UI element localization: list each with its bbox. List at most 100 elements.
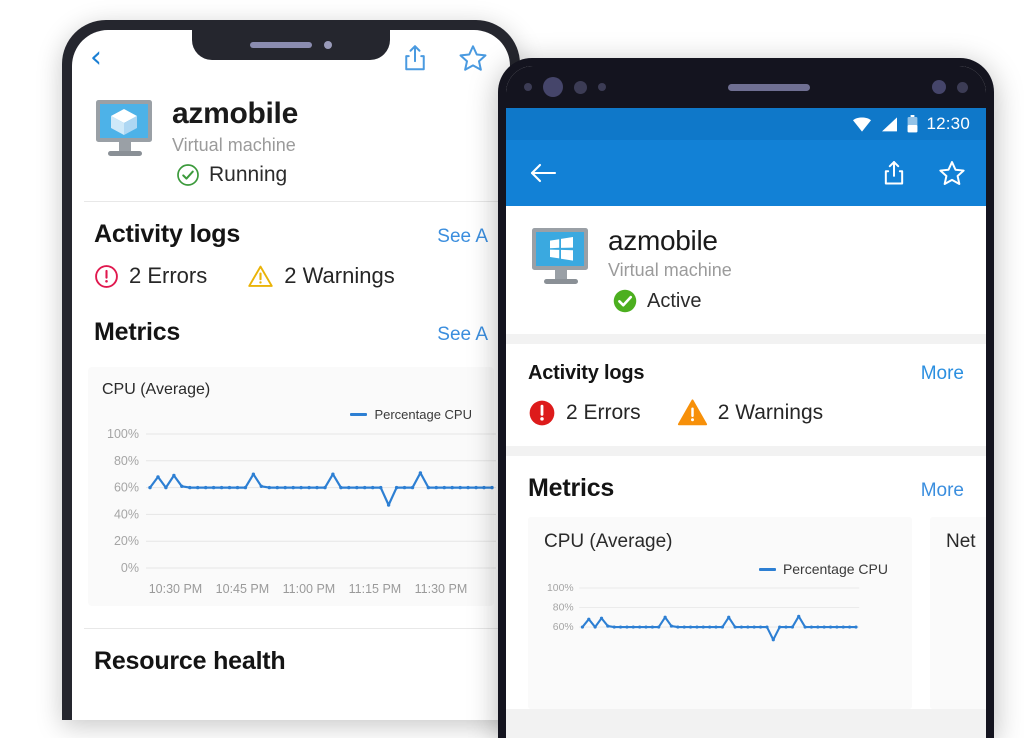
x-tick-label: 11:15 PM bbox=[348, 581, 402, 596]
check-circle-filled-icon bbox=[613, 290, 637, 313]
activity-log-badges: 2 Errors 2 Warnings bbox=[528, 397, 964, 428]
svg-text:60%: 60% bbox=[553, 623, 574, 634]
earpiece-speaker-icon bbox=[728, 83, 810, 91]
activity-log-badges: 2 Errors 2 Warnings bbox=[94, 263, 488, 290]
cpu-chart-plot: 0% 20% 40% 60% 80% 100% bbox=[102, 428, 496, 578]
y-tick-label: 100% bbox=[946, 593, 986, 609]
warning-triangle-filled-icon bbox=[677, 399, 707, 426]
cpu-line-chart: 60% 80% 100% bbox=[547, 584, 860, 642]
status-badge: Running bbox=[176, 163, 298, 187]
front-camera-icon bbox=[324, 41, 332, 49]
metrics-section: Metrics See A bbox=[72, 296, 510, 353]
sensor-dot-icon bbox=[957, 81, 968, 93]
svg-text:20%: 20% bbox=[114, 534, 139, 548]
x-tick-label: 10:45 PM bbox=[215, 581, 270, 596]
metrics-more-link[interactable]: More bbox=[921, 480, 964, 502]
battery-icon bbox=[908, 115, 918, 133]
activity-logs-title: Activity logs bbox=[94, 219, 241, 248]
earpiece-speaker-icon bbox=[250, 42, 312, 48]
legend-label: Percentage CPU bbox=[374, 406, 472, 422]
sensor-dot-icon bbox=[524, 83, 532, 91]
warnings-count-label: 2 Warnings bbox=[284, 263, 395, 288]
svg-text:100%: 100% bbox=[547, 584, 574, 595]
x-tick-label: 10:30 PM bbox=[148, 581, 203, 596]
windows-virtual-machine-icon bbox=[532, 228, 588, 284]
chart-legend: Percentage CPU bbox=[102, 407, 480, 422]
y-tick-label: 80% bbox=[946, 637, 986, 653]
resource-name: azmobile bbox=[608, 225, 718, 256]
android-app-bar bbox=[506, 140, 986, 206]
cpu-line-chart: 0% 20% 40% 60% 80% 100% bbox=[107, 428, 496, 575]
screenshot-stage: ‹ azmobile Virtual machine Running Activ… bbox=[0, 0, 1024, 738]
legend-swatch-icon bbox=[758, 567, 776, 571]
android-device-frame: 12:30 azmobile Virtual machine Active Ac… bbox=[498, 58, 994, 738]
svg-text:100%: 100% bbox=[107, 428, 139, 441]
resource-type: Virtual machine bbox=[608, 260, 732, 281]
cellular-signal-icon bbox=[882, 116, 898, 131]
front-camera-icon bbox=[543, 77, 563, 97]
cpu-chart-x-axis: 10:30 PM 10:45 PM 11:00 PM 11:15 PM 11:30 PM bbox=[102, 578, 480, 596]
cpu-chart-card[interactable]: CPU (Average) Percentage CPU 0% 20% 40% 60%… bbox=[88, 366, 496, 606]
resource-name: azmobile bbox=[172, 97, 298, 130]
status-bar-clock: 12:30 bbox=[926, 114, 970, 133]
resource-header: azmobile Virtual machine Running bbox=[72, 86, 510, 201]
chart-legend: Percentage CPU bbox=[544, 561, 896, 577]
share-icon[interactable] bbox=[400, 43, 430, 73]
legend-label: Percentage CPU bbox=[782, 561, 888, 578]
metrics-section: Metrics More CPU (Average) Percentage CP… bbox=[506, 456, 986, 710]
resource-header: azmobile Virtual machine Active bbox=[506, 206, 986, 335]
android-screen: 12:30 azmobile Virtual machine Active Ac… bbox=[506, 66, 986, 738]
error-circle-icon bbox=[95, 264, 118, 288]
errors-badge[interactable]: 2 Errors bbox=[94, 263, 207, 289]
warnings-badge[interactable]: 2 Warnings bbox=[247, 263, 395, 290]
cpu-chart-title: CPU (Average) bbox=[102, 380, 211, 398]
cpu-chart-title: CPU (Average) bbox=[544, 531, 673, 553]
sensor-dot-icon bbox=[574, 80, 587, 94]
errors-badge[interactable]: 2 Errors bbox=[528, 399, 641, 427]
resource-meta: azmobile Virtual machine Active bbox=[608, 224, 732, 314]
share-icon[interactable] bbox=[880, 159, 908, 187]
error-circle-filled-icon bbox=[529, 400, 555, 426]
resource-type: Virtual machine bbox=[172, 134, 296, 155]
errors-count-label: 2 Errors bbox=[566, 400, 641, 424]
status-badge: Active bbox=[612, 288, 732, 314]
iphone-notch bbox=[192, 30, 390, 60]
star-icon[interactable] bbox=[938, 159, 966, 187]
metrics-see-all-link[interactable]: See A bbox=[437, 324, 488, 346]
arrow-left-icon[interactable] bbox=[528, 160, 558, 186]
svg-text:0%: 0% bbox=[121, 561, 139, 575]
svg-text:40%: 40% bbox=[114, 507, 139, 521]
iphone-device-frame: ‹ azmobile Virtual machine Running Activ… bbox=[62, 20, 520, 720]
warnings-badge[interactable]: 2 Warnings bbox=[677, 397, 823, 428]
iphone-screen: ‹ azmobile Virtual machine Running Activ… bbox=[72, 30, 510, 720]
metrics-chart-carousel[interactable]: CPU (Average) Percentage CPU 60% 80% 100% … bbox=[528, 517, 986, 710]
android-bezel-sensors bbox=[506, 66, 986, 108]
resource-health-section: Resource health bbox=[72, 629, 510, 682]
metrics-title: Metrics bbox=[528, 474, 615, 503]
activity-logs-see-all-link[interactable]: See A bbox=[437, 226, 488, 248]
sensor-dot-icon bbox=[598, 83, 606, 91]
activity-logs-title: Activity logs bbox=[528, 362, 645, 385]
wifi-icon bbox=[853, 117, 872, 132]
resource-meta: azmobile Virtual machine Running bbox=[172, 96, 298, 187]
svg-text:80%: 80% bbox=[553, 603, 574, 614]
android-content: azmobile Virtual machine Active Activity… bbox=[506, 206, 986, 710]
status-label: Active bbox=[647, 289, 702, 312]
errors-count-label: 2 Errors bbox=[129, 263, 208, 288]
legend-swatch-icon bbox=[350, 412, 368, 416]
activity-logs-more-link[interactable]: More bbox=[921, 363, 964, 385]
svg-text:80%: 80% bbox=[114, 453, 139, 467]
warning-triangle-icon bbox=[248, 265, 273, 287]
svg-text:60%: 60% bbox=[114, 480, 139, 494]
check-circle-outline-icon bbox=[177, 163, 199, 186]
metrics-title: Metrics bbox=[94, 317, 181, 346]
cpu-chart-card[interactable]: CPU (Average) Percentage CPU 60% 80% 100% bbox=[528, 517, 912, 710]
star-icon[interactable] bbox=[458, 43, 488, 73]
resource-health-title: Resource health bbox=[94, 646, 286, 675]
android-status-bar: 12:30 bbox=[506, 108, 986, 140]
azure-virtual-machine-icon bbox=[96, 100, 152, 156]
network-chart-title: Net bbox=[946, 531, 976, 553]
network-chart-card[interactable]: Net 100%80%60% bbox=[930, 517, 986, 710]
x-tick-label: 11:00 PM bbox=[282, 581, 336, 596]
chevron-left-icon[interactable]: ‹ bbox=[90, 43, 102, 73]
